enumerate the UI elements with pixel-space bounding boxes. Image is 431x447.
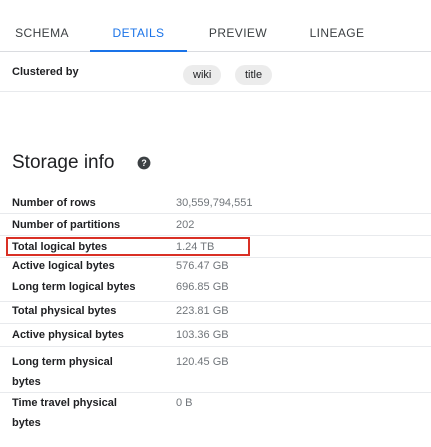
row-value: 120.45 GB [176,356,229,368]
storage-row-long-term-logical-bytes: Long term logical bytes 696.85 GB [0,280,431,302]
svg-text:?: ? [141,158,146,168]
storage-row-number-of-rows: Number of rows 30,559,794,551 [0,192,431,214]
clustered-by-row: Clustered by wiki title [0,52,431,92]
row-value: 696.85 GB [176,281,229,293]
storage-row-total-physical-bytes: Total physical bytes 223.81 GB [0,302,431,324]
row-key: Time travel physical bytes [12,397,117,429]
row-value: 576.47 GB [176,260,229,272]
row-key: Number of rows [12,197,96,209]
clustered-by-label: Clustered by [12,66,79,78]
row-key: Active physical bytes [12,329,124,341]
row-key: Number of partitions [12,219,121,231]
row-value: 30,559,794,551 [176,197,253,209]
tab-preview[interactable]: PREVIEW [200,0,276,52]
row-value: 0 B [176,397,193,409]
row-value: 103.36 GB [176,329,229,341]
row-key: Long term physical bytes [12,356,113,388]
row-value: 223.81 GB [176,305,229,317]
storage-row-long-term-physical-bytes: Long term physical bytes 120.45 GB [0,347,431,393]
tab-lineage[interactable]: LINEAGE [302,0,372,52]
cluster-chip-wiki: wiki [183,65,222,85]
row-key: Total physical bytes [12,305,117,317]
row-value: 202 [176,219,195,231]
storage-info-title: Storage info [12,152,115,173]
tab-bar: SCHEMA DETAILS PREVIEW LINEAGE [0,0,431,52]
storage-row-active-physical-bytes: Active physical bytes 103.36 GB [0,324,431,347]
help-circle-icon[interactable]: ? [137,156,151,170]
tab-details[interactable]: DETAILS [90,0,187,52]
storage-row-number-of-partitions: Number of partitions 202 [0,214,431,236]
row-key: Active logical bytes [12,260,115,272]
highlight-box [6,237,250,256]
storage-row-time-travel-physical-bytes: Time travel physical bytes 0 B [0,393,431,439]
row-key: Long term logical bytes [12,281,136,293]
cluster-chip-title: title [235,65,273,85]
tab-schema[interactable]: SCHEMA [10,0,74,52]
